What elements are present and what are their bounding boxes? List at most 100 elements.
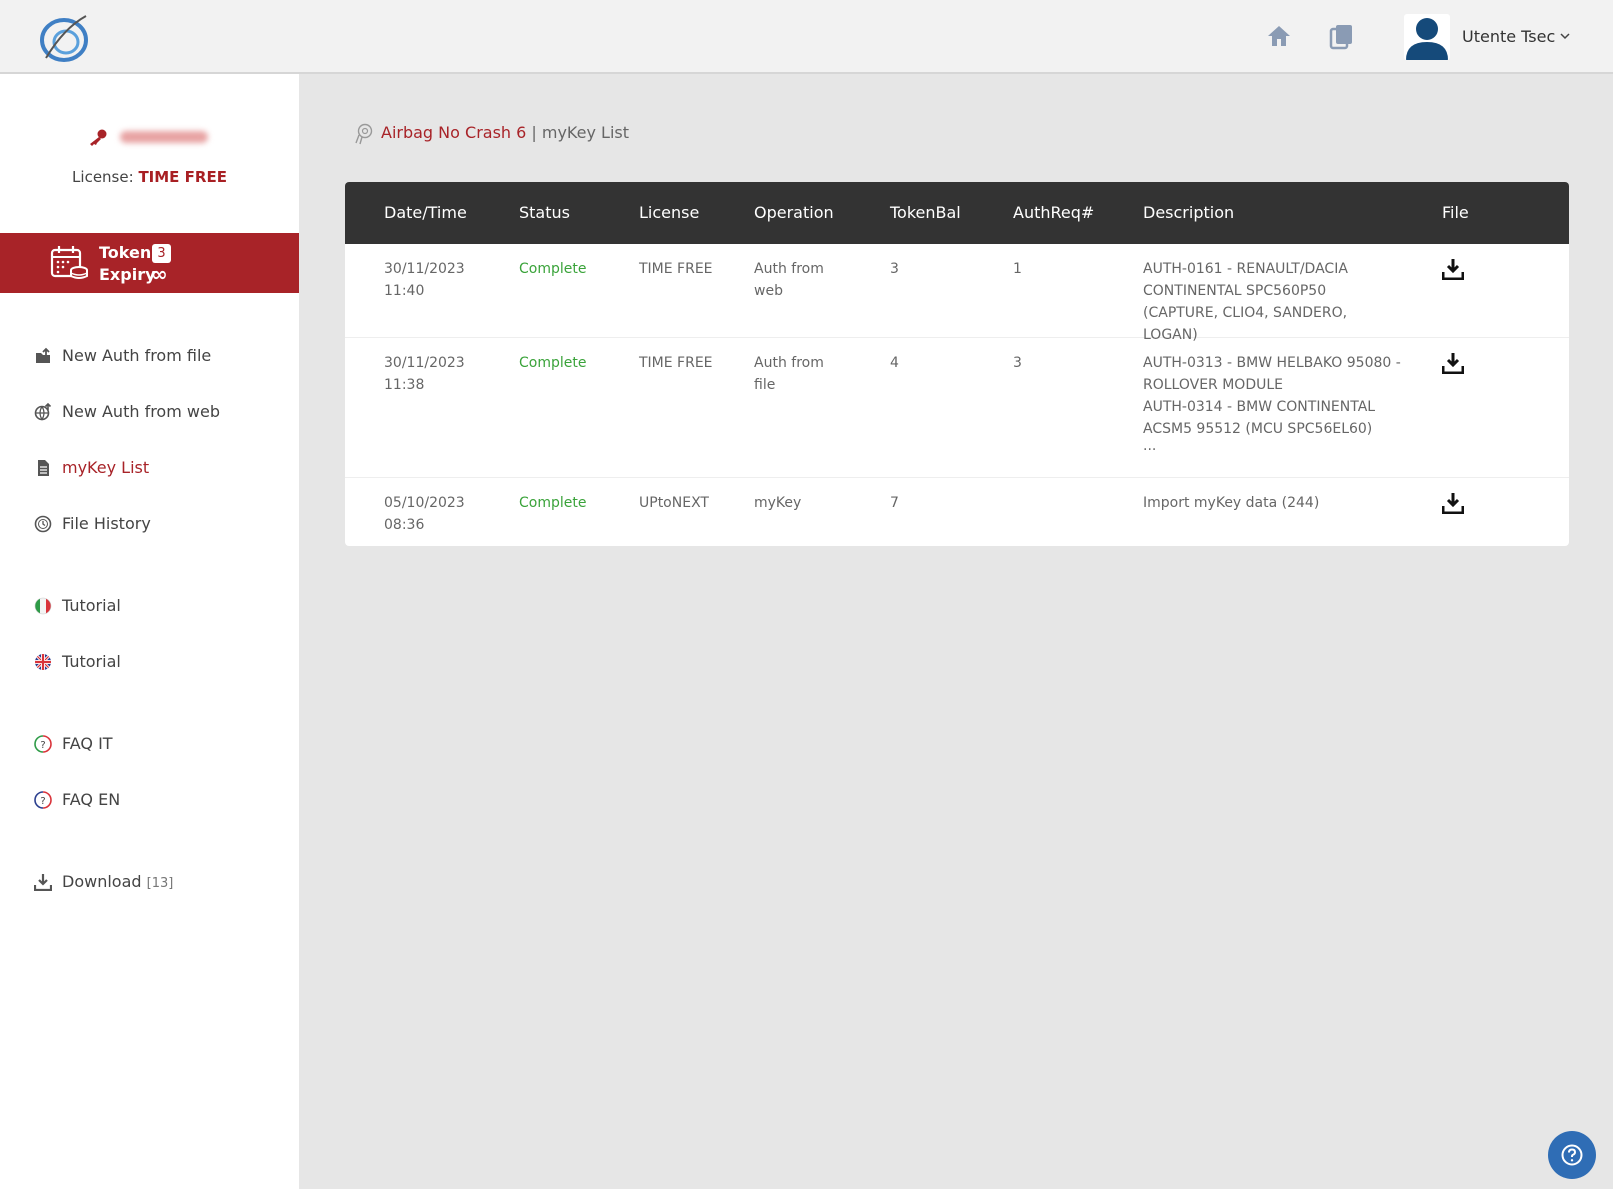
- cell-tokenbal: 7: [890, 495, 899, 511]
- airbag-icon: [355, 123, 373, 145]
- question-icon: [1561, 1144, 1583, 1166]
- avatar[interactable]: [1404, 14, 1450, 60]
- license-label: License:: [72, 168, 134, 186]
- user-name[interactable]: Utente Tsec: [1462, 27, 1555, 46]
- cell-description: Import myKey data (244): [1143, 492, 1403, 514]
- sidebar-item-mykey-list[interactable]: myKey List: [34, 456, 284, 480]
- column-header-datetime[interactable]: Date/Time: [384, 203, 467, 222]
- file-upload-icon: [36, 347, 50, 363]
- cell-time: 11:38: [384, 377, 425, 393]
- description-line: Import myKey data (244): [1143, 495, 1320, 511]
- description-line: ROLLOVER MODULE: [1143, 377, 1283, 393]
- column-header-description[interactable]: Description: [1143, 203, 1234, 222]
- table-row: 30/11/2023 11:40 Complete TIME FREE Auth …: [345, 244, 1569, 343]
- download-file-icon[interactable]: [1442, 258, 1464, 280]
- license-key-row: [88, 126, 228, 148]
- column-header-operation[interactable]: Operation: [754, 203, 834, 222]
- token-expiry-panel: Token 3 Expiry ∞: [0, 233, 299, 293]
- column-header-tokenbal[interactable]: TokenBal: [890, 203, 961, 222]
- document-icon: [38, 460, 49, 476]
- description-line: AUTH-0314 - BMW CONTINENTAL: [1143, 399, 1376, 415]
- sidebar-item-label: Tutorial: [62, 652, 121, 671]
- cell-operation: myKey: [754, 492, 801, 514]
- top-bar: Utente Tsec: [0, 0, 1613, 74]
- italy-flag-icon: [34, 597, 52, 615]
- breadcrumb-text: Airbag No Crash 6 | myKey List: [381, 123, 629, 142]
- column-header-license[interactable]: License: [639, 203, 699, 222]
- cell-operation-line: file: [754, 377, 776, 393]
- user-icon: [1406, 18, 1448, 60]
- globe-upload-icon: [34, 403, 52, 421]
- cell-operation: Auth from web: [754, 258, 824, 302]
- sidebar-item-faq-it[interactable]: ? FAQ IT: [34, 732, 284, 756]
- sidebar-item-download[interactable]: Download [13]: [34, 870, 284, 894]
- svg-text:?: ?: [40, 796, 45, 807]
- cell-license: TIME FREE: [639, 355, 713, 371]
- cell-operation-line: Auth from: [754, 261, 824, 277]
- sidebar-item-label: FAQ EN: [62, 790, 121, 809]
- chevron-down-icon[interactable]: [1560, 31, 1570, 41]
- cell-authreq: 3: [1013, 355, 1022, 371]
- cell-date: 30/11/2023: [384, 355, 465, 371]
- cell-tokenbal: 4: [890, 355, 899, 371]
- column-header-file[interactable]: File: [1442, 203, 1469, 222]
- cell-datetime: 30/11/2023 11:40: [384, 258, 465, 302]
- calendar-coins-icon: [50, 246, 88, 279]
- download-file-icon[interactable]: [1442, 352, 1464, 374]
- svg-text:?: ?: [40, 740, 45, 751]
- sidebar-item-label: Tutorial: [62, 596, 121, 615]
- description-line: AUTH-0161 - RENAULT/DACIA: [1143, 261, 1348, 277]
- cell-tokenbal: 3: [890, 261, 899, 277]
- app-logo[interactable]: [34, 8, 94, 68]
- cell-license: TIME FREE: [639, 261, 713, 277]
- column-header-authreq[interactable]: AuthReq#: [1013, 203, 1094, 222]
- table-row: 30/11/2023 11:38 Complete TIME FREE Auth …: [345, 338, 1569, 478]
- cell-operation-line: myKey: [754, 495, 802, 511]
- sidebar-item-file-history[interactable]: File History: [34, 512, 284, 536]
- sidebar-item-new-auth-file[interactable]: New Auth from file: [34, 344, 284, 368]
- token-count-badge: 3: [152, 244, 171, 263]
- expiry-label: Expiry: [99, 265, 156, 284]
- cell-time: 08:36: [384, 517, 425, 533]
- sidebar: License: TIME FREE Token 3 Expiry ∞ New …: [0, 74, 299, 1189]
- description-line: ...: [1143, 438, 1157, 454]
- question-circle-icon: ?: [34, 735, 52, 753]
- description-line: ACSM5 95512 (MCU SPC56EL60): [1143, 421, 1373, 437]
- cell-status: Complete: [519, 495, 587, 511]
- breadcrumb-current: myKey List: [541, 123, 629, 142]
- sidebar-item-tutorial-it[interactable]: Tutorial: [34, 594, 284, 618]
- cell-datetime: 05/10/2023 08:36: [384, 492, 465, 536]
- sidebar-item-faq-en[interactable]: ? FAQ EN: [34, 788, 284, 812]
- cell-date: 05/10/2023: [384, 495, 465, 511]
- description-line: AUTH-0313 - BMW HELBAKO 95080 -: [1143, 355, 1401, 371]
- cell-datetime: 30/11/2023 11:38: [384, 352, 465, 396]
- cell-operation-line: web: [754, 283, 783, 299]
- cell-authreq: 1: [1013, 261, 1022, 277]
- cell-license: UPtoNEXT: [639, 495, 709, 511]
- sidebar-item-new-auth-web[interactable]: New Auth from web: [34, 400, 284, 424]
- uk-flag-icon: [35, 654, 51, 670]
- table-header: Date/Time Status License Operation Token…: [345, 182, 1569, 244]
- help-button[interactable]: [1548, 1131, 1596, 1179]
- home-icon[interactable]: [1265, 22, 1293, 50]
- sidebar-item-label: New Auth from file: [62, 346, 212, 365]
- sidebar-item-tutorial-en[interactable]: Tutorial: [34, 650, 284, 674]
- clock-history-icon: [34, 515, 52, 533]
- download-file-icon[interactable]: [1442, 492, 1464, 514]
- breadcrumb-link-airbag[interactable]: Airbag No Crash 6: [381, 123, 526, 142]
- mykey-table: Date/Time Status License Operation Token…: [345, 182, 1569, 546]
- question-circle-icon: ?: [34, 791, 52, 809]
- sidebar-item-label: New Auth from web: [62, 402, 220, 421]
- cell-time: 11:40: [384, 283, 425, 299]
- license-key-blurred: [120, 131, 208, 143]
- column-header-status[interactable]: Status: [519, 203, 570, 222]
- cell-date: 30/11/2023: [384, 261, 465, 277]
- documents-icon[interactable]: [1327, 22, 1355, 50]
- download-icon: [34, 874, 52, 891]
- cell-description: AUTH-0313 - BMW HELBAKO 95080 - ROLLOVER…: [1143, 352, 1403, 454]
- download-count: [13]: [146, 876, 174, 891]
- cell-status: Complete: [519, 261, 587, 277]
- cell-description: AUTH-0161 - RENAULT/DACIA CONTINENTAL SP…: [1143, 258, 1403, 346]
- cell-status: Complete: [519, 355, 587, 371]
- sidebar-item-label: FAQ IT: [62, 734, 113, 753]
